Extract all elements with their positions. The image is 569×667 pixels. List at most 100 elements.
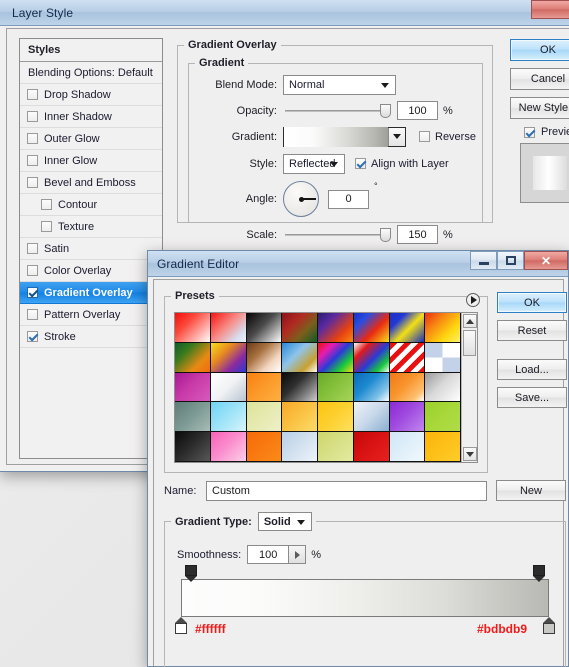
styles-list-item-inner-glow[interactable]: Inner Glow bbox=[20, 150, 162, 172]
align-with-layer-row[interactable]: Align with Layer bbox=[355, 158, 449, 170]
angle-dial[interactable] bbox=[283, 181, 319, 217]
gradient-preset-swatch[interactable] bbox=[245, 401, 283, 433]
maximize-icon[interactable] bbox=[497, 251, 524, 270]
styles-list-item-gradient-overlay[interactable]: Gradient Overlay bbox=[20, 282, 162, 304]
scale-input[interactable]: 150 bbox=[397, 225, 438, 244]
presets-scrollbar[interactable] bbox=[461, 313, 477, 462]
styles-list-item-color-overlay[interactable]: Color Overlay bbox=[20, 260, 162, 282]
gradient-type-select[interactable]: Solid bbox=[257, 512, 312, 531]
styles-list-item-satin[interactable]: Satin bbox=[20, 238, 162, 260]
gradient-preset-swatch[interactable] bbox=[209, 431, 247, 462]
reverse-checkbox[interactable] bbox=[419, 131, 430, 142]
new-style-button[interactable]: New Style... bbox=[510, 97, 569, 119]
gradient-preset-swatch[interactable] bbox=[281, 341, 318, 373]
presets-swatch-panel[interactable] bbox=[174, 312, 478, 463]
gradient-preset-swatch[interactable] bbox=[317, 401, 354, 433]
gradient-preset-swatch[interactable] bbox=[245, 341, 283, 373]
gradient-editor-reset-button[interactable]: Reset bbox=[497, 320, 567, 341]
gradient-picker-dropdown[interactable] bbox=[388, 127, 405, 146]
gradient-preset-swatch[interactable] bbox=[388, 313, 426, 343]
styles-list-item-checkbox[interactable] bbox=[27, 177, 38, 188]
gradient-preset-swatch[interactable] bbox=[175, 341, 211, 373]
gradient-picker[interactable] bbox=[283, 126, 406, 147]
gradient-preset-swatch[interactable] bbox=[424, 431, 461, 462]
styles-list-item-checkbox[interactable] bbox=[27, 309, 38, 320]
gradient-preset-swatch[interactable] bbox=[175, 401, 211, 433]
opacity-stop-right[interactable] bbox=[533, 565, 545, 582]
gradient-preset-swatch[interactable] bbox=[281, 401, 318, 433]
gradient-preset-swatch[interactable] bbox=[352, 401, 390, 433]
gradient-preset-swatch[interactable] bbox=[281, 431, 318, 462]
preset-menu-arrow-icon[interactable] bbox=[466, 293, 480, 307]
gradient-preset-swatch[interactable] bbox=[175, 313, 211, 343]
gradient-editor-load-button[interactable]: Load... bbox=[497, 359, 567, 380]
gradient-bar[interactable] bbox=[181, 579, 549, 617]
gradient-preset-swatch[interactable] bbox=[175, 371, 211, 403]
new-gradient-button[interactable]: New bbox=[496, 480, 566, 501]
layer-style-ok-button[interactable]: OK bbox=[510, 39, 569, 61]
styles-list-item-checkbox[interactable] bbox=[41, 199, 52, 210]
styles-list-item-bevel-and-emboss[interactable]: Bevel and Emboss bbox=[20, 172, 162, 194]
minimize-icon[interactable] bbox=[470, 251, 497, 270]
gradient-preset-swatch[interactable] bbox=[352, 431, 390, 462]
color-stop-left[interactable] bbox=[175, 617, 187, 634]
smoothness-input[interactable]: 100 bbox=[247, 545, 290, 564]
gradient-preset-swatch[interactable] bbox=[281, 313, 318, 343]
styles-list-item-checkbox[interactable] bbox=[27, 89, 38, 100]
gradient-preset-swatch[interactable] bbox=[424, 371, 461, 403]
gradient-preset-swatch[interactable] bbox=[209, 401, 247, 433]
styles-list-item-pattern-overlay[interactable]: Pattern Overlay bbox=[20, 304, 162, 326]
gradient-editor-save-button[interactable]: Save... bbox=[497, 387, 567, 408]
styles-list-item-checkbox[interactable] bbox=[27, 331, 38, 342]
gradient-preset-swatch[interactable] bbox=[317, 313, 354, 343]
angle-input[interactable]: 0 bbox=[328, 189, 369, 209]
align-with-layer-checkbox[interactable] bbox=[355, 158, 366, 169]
gradient-preset-swatch[interactable] bbox=[388, 431, 426, 462]
scroll-down-arrow-icon[interactable] bbox=[462, 447, 477, 461]
style-select[interactable]: Reflected bbox=[283, 153, 345, 174]
styles-list[interactable]: Styles Blending Options: Default Drop Sha… bbox=[19, 38, 163, 459]
styles-list-item-checkbox[interactable] bbox=[27, 243, 38, 254]
presets-swatch-grid[interactable] bbox=[175, 313, 461, 462]
preview-checkbox-row[interactable]: Preview bbox=[524, 126, 569, 138]
styles-list-item-checkbox[interactable] bbox=[27, 133, 38, 144]
styles-list-item-checkbox[interactable] bbox=[41, 221, 52, 232]
gradient-preset-swatch[interactable] bbox=[388, 401, 426, 433]
styles-list-item-checkbox[interactable] bbox=[27, 287, 38, 298]
gradient-preset-swatch[interactable] bbox=[424, 401, 461, 433]
presets-scrollbar-thumb[interactable] bbox=[463, 330, 476, 356]
styles-list-item-outer-glow[interactable]: Outer Glow bbox=[20, 128, 162, 150]
styles-list-item-blending-options-default[interactable]: Blending Options: Default bbox=[20, 62, 162, 84]
gradient-preset-swatch[interactable] bbox=[352, 341, 390, 373]
opacity-input[interactable]: 100 bbox=[397, 101, 438, 120]
gradient-preset-swatch[interactable] bbox=[245, 431, 283, 462]
gradient-editor-titlebar[interactable]: Gradient Editor ✕ bbox=[148, 251, 568, 277]
gradient-preset-swatch[interactable] bbox=[352, 371, 390, 403]
gradient-preset-swatch[interactable] bbox=[424, 313, 461, 343]
scale-slider-knob[interactable] bbox=[380, 227, 391, 242]
opacity-slider[interactable] bbox=[285, 103, 391, 119]
styles-list-item-drop-shadow[interactable]: Drop Shadow bbox=[20, 84, 162, 106]
gradient-preset-swatch[interactable] bbox=[175, 431, 211, 462]
gradient-preset-swatch[interactable] bbox=[317, 371, 354, 403]
styles-list-item-texture[interactable]: Texture bbox=[20, 216, 162, 238]
styles-list-item-checkbox[interactable] bbox=[27, 265, 38, 276]
opacity-stop-left[interactable] bbox=[185, 565, 197, 582]
styles-list-item-inner-shadow[interactable]: Inner Shadow bbox=[20, 106, 162, 128]
gradient-preset-swatch[interactable] bbox=[424, 341, 461, 373]
scale-slider[interactable] bbox=[285, 227, 391, 243]
styles-list-item-checkbox[interactable] bbox=[27, 155, 38, 166]
gradient-editor-ok-button[interactable]: OK bbox=[497, 292, 567, 313]
styles-list-item-stroke[interactable]: Stroke bbox=[20, 326, 162, 348]
color-stop-right[interactable] bbox=[543, 617, 555, 634]
gradient-preset-swatch[interactable] bbox=[209, 313, 247, 343]
gradient-preset-swatch[interactable] bbox=[209, 371, 247, 403]
reverse-checkbox-row[interactable]: Reverse bbox=[419, 131, 476, 143]
scroll-up-arrow-icon[interactable] bbox=[462, 314, 477, 328]
layer-style-titlebar[interactable]: Layer Style bbox=[0, 0, 569, 26]
blend-mode-select[interactable]: Normal bbox=[283, 74, 396, 95]
close-icon[interactable]: ✕ bbox=[524, 251, 568, 270]
gradient-preset-swatch[interactable] bbox=[317, 431, 354, 462]
preview-checkbox[interactable] bbox=[524, 126, 535, 138]
styles-list-item-checkbox[interactable] bbox=[27, 111, 38, 122]
